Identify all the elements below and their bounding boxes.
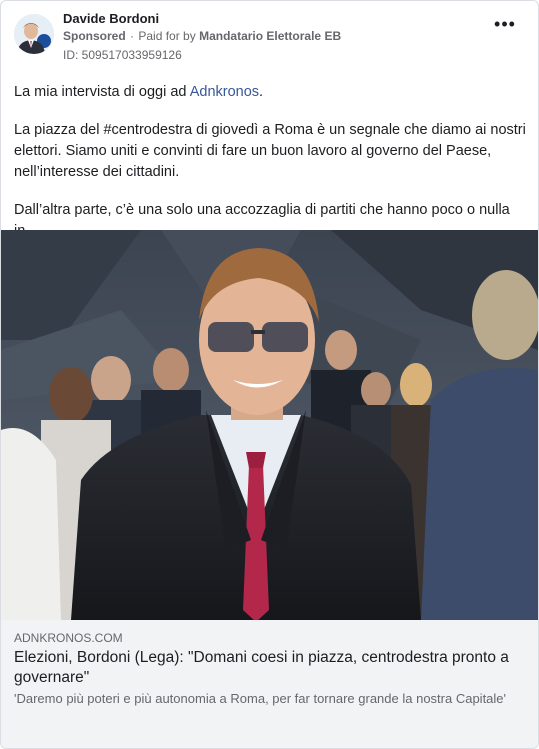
- avatar[interactable]: [14, 14, 54, 54]
- sponsored-label[interactable]: Sponsored: [63, 29, 126, 43]
- sponsored-post-card: Davide Bordoni Sponsored · Paid for by M…: [0, 0, 539, 749]
- more-options-icon[interactable]: •••: [494, 15, 516, 37]
- sponsored-meta: Sponsored · Paid for by Mandatario Elett…: [63, 29, 341, 43]
- post-header: Davide Bordoni Sponsored · Paid for by M…: [14, 11, 528, 65]
- interview-photo: [1, 230, 538, 620]
- avatar-photo: [14, 14, 54, 54]
- link-description: 'Daremo più poteri e più autonomia a Rom…: [14, 691, 507, 706]
- author-name[interactable]: Davide Bordoni: [63, 11, 159, 26]
- ad-id: ID: 509517033959126: [63, 48, 182, 62]
- paragraph-1-suffix: .: [259, 84, 264, 100]
- post-image[interactable]: [1, 230, 538, 620]
- payer-name[interactable]: Mandatario Elettorale EB: [199, 29, 341, 43]
- post-paragraph-1: La mia intervista di oggi ad Adnkronos.: [14, 82, 529, 103]
- adnkronos-link[interactable]: Adnkronos: [190, 84, 259, 100]
- link-domain: ADNKRONOS.COM: [14, 631, 123, 645]
- link-preview[interactable]: ADNKRONOS.COM Elezioni, Bordoni (Lega): …: [1, 620, 538, 748]
- link-title[interactable]: Elezioni, Bordoni (Lega): "Domani coesi …: [14, 648, 529, 688]
- paragraph-1-text: La mia intervista di oggi ad: [14, 84, 190, 100]
- post-paragraph-2: La piazza del #centrodestra di giovedì a…: [14, 122, 526, 180]
- paid-for-prefix: Paid for by: [138, 29, 196, 43]
- meta-separator: ·: [130, 29, 135, 43]
